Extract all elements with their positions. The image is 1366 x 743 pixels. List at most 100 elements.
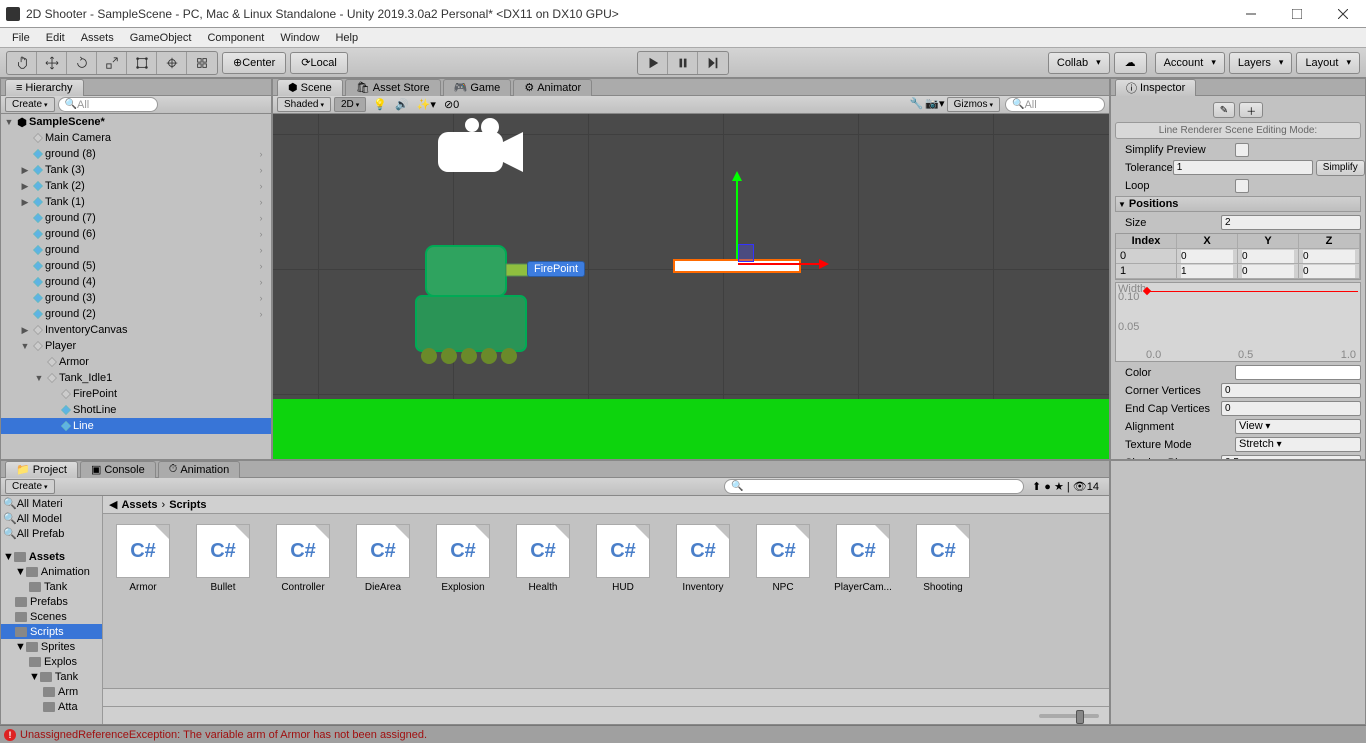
hierarchy-item[interactable]: ground (4)› <box>1 274 271 290</box>
hierarchy-item[interactable]: ▼Player <box>1 338 271 354</box>
assetstore-tab[interactable]: 🛍 Asset Store <box>345 79 441 96</box>
local-global-toggle[interactable]: ⟳ Local <box>290 52 348 74</box>
loop-checkbox[interactable] <box>1235 179 1249 193</box>
shaded-dropdown[interactable]: Shaded <box>277 97 331 112</box>
project-item[interactable]: C#HUD <box>593 524 653 678</box>
texture-mode-dropdown[interactable]: Stretch ▾ <box>1235 437 1361 452</box>
gizmo-xy-plane[interactable] <box>738 244 754 262</box>
menu-help[interactable]: Help <box>335 32 358 44</box>
game-tab[interactable]: 🎮 Game <box>443 79 512 96</box>
project-item[interactable]: C#Bullet <box>193 524 253 678</box>
cloud-button[interactable]: ☁ <box>1114 52 1147 74</box>
play-button[interactable] <box>638 52 668 74</box>
hierarchy-item[interactable]: ground (5)› <box>1 258 271 274</box>
project-item[interactable]: C#DieArea <box>353 524 413 678</box>
minimize-button[interactable] <box>1228 0 1274 28</box>
project-item[interactable]: C#Explosion <box>433 524 493 678</box>
2d-toggle[interactable]: 2D <box>334 97 366 112</box>
gizmos-dropdown[interactable]: Gizmos <box>947 97 1000 112</box>
simplify-button[interactable]: Simplify <box>1316 160 1365 176</box>
camera-icon[interactable]: 📷▾ <box>925 97 944 112</box>
pos0-x[interactable] <box>1181 250 1233 263</box>
menu-assets[interactable]: Assets <box>81 32 114 44</box>
inspector-tab[interactable]: ⓘ Inspector <box>1115 79 1196 96</box>
gizmo-x-axis[interactable] <box>738 263 826 265</box>
hierarchy-search[interactable]: 🔍All <box>58 97 158 112</box>
color-field[interactable] <box>1235 365 1361 380</box>
scene-view[interactable]: FirePoint <box>273 114 1109 459</box>
hierarchy-item[interactable]: ground (8)› <box>1 146 271 162</box>
hierarchy-item[interactable]: ▶Tank (2)› <box>1 178 271 194</box>
rotate-tool[interactable] <box>67 52 97 74</box>
move-tool[interactable] <box>37 52 67 74</box>
tolerance-input[interactable] <box>1173 160 1313 175</box>
pos1-y[interactable] <box>1242 265 1294 278</box>
hierarchy-item[interactable]: ▶InventoryCanvas <box>1 322 271 338</box>
edit-points-button[interactable]: ✎ <box>1213 102 1235 118</box>
simplify-preview-checkbox[interactable] <box>1235 143 1249 157</box>
project-grid[interactable]: C#ArmorC#BulletC#ControllerC#DieAreaC#Ex… <box>103 514 1109 688</box>
layout-dropdown[interactable]: Layout <box>1296 52 1360 74</box>
pivot-center-toggle[interactable]: ⊕ Center <box>222 52 286 74</box>
console-tab[interactable]: ▣ Console <box>80 461 156 478</box>
hierarchy-item[interactable]: FirePoint <box>1 386 271 402</box>
gizmo-y-axis[interactable] <box>736 174 738 259</box>
light-icon[interactable]: 💡 <box>373 98 387 111</box>
project-tree[interactable]: 🔍All Materi 🔍All Model 🔍All Prefab ▼Asse… <box>1 496 103 724</box>
hand-tool[interactable] <box>7 52 37 74</box>
endcap-vertices-input[interactable] <box>1221 401 1361 416</box>
menu-gameobject[interactable]: GameObject <box>130 32 192 44</box>
menu-file[interactable]: File <box>12 32 30 44</box>
width-curve-editor[interactable]: Width 0.10 0.05 0.0 0.5 1.0 <box>1115 282 1361 362</box>
shadow-bias-input[interactable] <box>1221 455 1361 459</box>
hierarchy-item[interactable]: ground (2)› <box>1 306 271 322</box>
collab-dropdown[interactable]: Collab <box>1048 52 1110 74</box>
positions-size-input[interactable] <box>1221 215 1361 230</box>
animator-tab[interactable]: ⚙ Animator <box>513 79 592 96</box>
pause-button[interactable] <box>668 52 698 74</box>
account-dropdown[interactable]: Account <box>1155 52 1225 74</box>
transform-tool[interactable] <box>157 52 187 74</box>
project-item[interactable]: C#NPC <box>753 524 813 678</box>
fx-icon[interactable]: ✨▾ <box>417 98 436 111</box>
rect-tool[interactable] <box>127 52 157 74</box>
corner-vertices-input[interactable] <box>1221 383 1361 398</box>
hierarchy-item[interactable]: ground (3)› <box>1 290 271 306</box>
selected-line-object[interactable] <box>673 259 801 273</box>
hierarchy-item[interactable]: ground (7)› <box>1 210 271 226</box>
scene-tab[interactable]: ⬢ Scene <box>277 79 343 96</box>
animation-tab[interactable]: ⏱ Animation <box>158 461 241 478</box>
grid-size-slider[interactable] <box>1039 714 1099 718</box>
project-item[interactable]: C#Inventory <box>673 524 733 678</box>
hierarchy-list[interactable]: ▼⬢SampleScene*Main Cameraground (8)›▶Tan… <box>1 114 271 459</box>
menu-component[interactable]: Component <box>207 32 264 44</box>
hierarchy-item[interactable]: Main Camera <box>1 130 271 146</box>
project-item[interactable]: C#Armor <box>113 524 173 678</box>
hierarchy-item[interactable]: ground› <box>1 242 271 258</box>
add-point-button[interactable]: ＋ <box>1239 102 1263 118</box>
project-item[interactable]: C#Shooting <box>913 524 973 678</box>
hierarchy-create-button[interactable]: Create <box>5 97 55 112</box>
project-create-button[interactable]: Create <box>5 479 55 494</box>
hierarchy-item[interactable]: ▶Tank (1)› <box>1 194 271 210</box>
tool-icon[interactable]: 🔧 <box>910 97 924 112</box>
hierarchy-tab[interactable]: ≡ Hierarchy <box>5 79 84 96</box>
project-tab[interactable]: 📁 Project <box>5 461 78 478</box>
hierarchy-item[interactable]: ground (6)› <box>1 226 271 242</box>
custom-tool[interactable] <box>187 52 217 74</box>
project-item[interactable]: C#Health <box>513 524 573 678</box>
hierarchy-item[interactable]: ▶Tank (3)› <box>1 162 271 178</box>
hierarchy-item[interactable]: ▼Tank_Idle1 <box>1 370 271 386</box>
positions-section[interactable]: Positions <box>1115 196 1361 212</box>
hierarchy-item[interactable]: Line <box>1 418 271 434</box>
menu-window[interactable]: Window <box>280 32 319 44</box>
hierarchy-item[interactable]: Armor <box>1 354 271 370</box>
audio-icon[interactable]: 🔊 <box>395 98 409 111</box>
menu-edit[interactable]: Edit <box>46 32 65 44</box>
pos0-z[interactable] <box>1303 250 1355 263</box>
scale-tool[interactable] <box>97 52 127 74</box>
maximize-button[interactable] <box>1274 0 1320 28</box>
alignment-dropdown[interactable]: View ▾ <box>1235 419 1361 434</box>
layers-dropdown[interactable]: Layers <box>1229 52 1293 74</box>
project-search[interactable]: 🔍 <box>724 479 1024 494</box>
